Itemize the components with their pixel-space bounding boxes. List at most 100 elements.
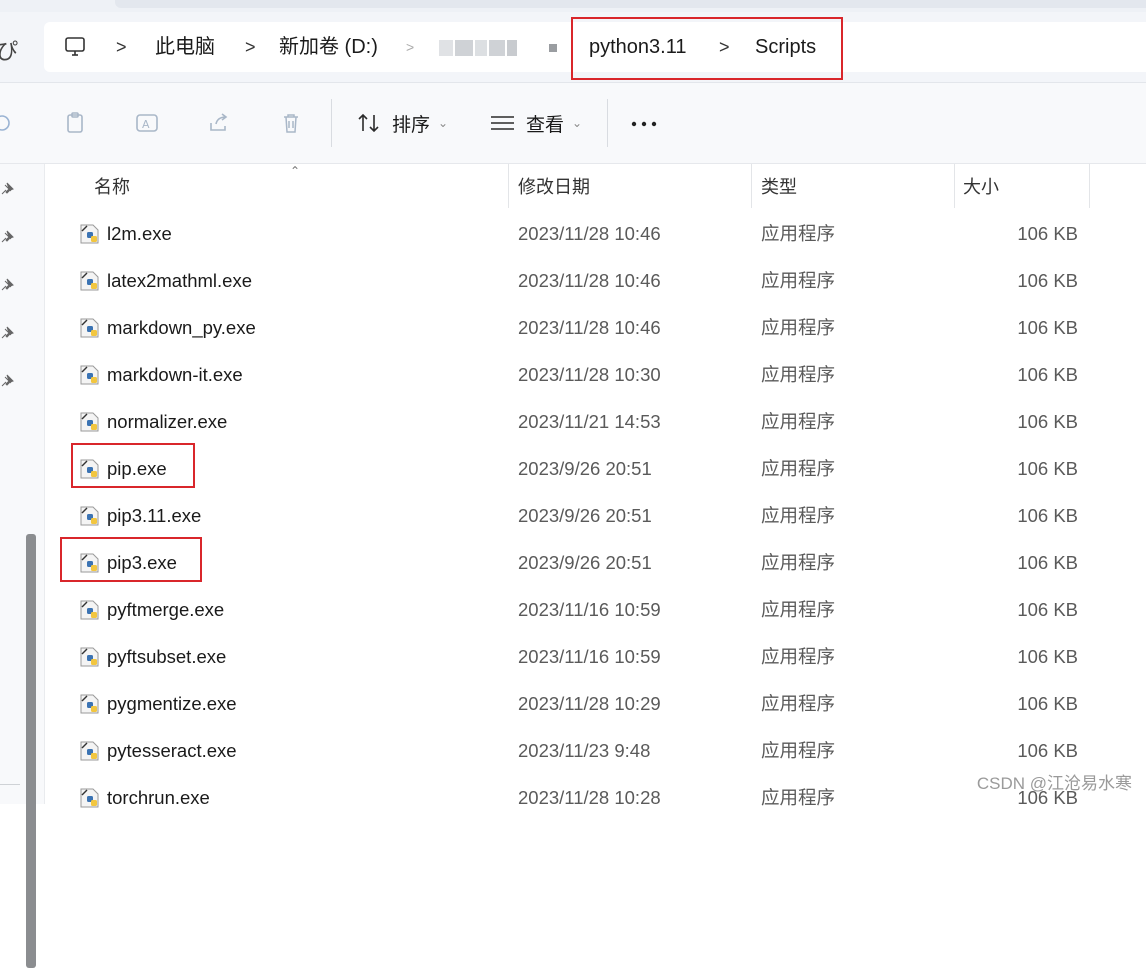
file-type: 应用程序 xyxy=(761,411,836,432)
file-row[interactable]: normalizer.exe 2023/11/21 14:53 应用程序 106 KB xyxy=(46,398,1146,445)
breadcrumb-this-pc[interactable]: 此电脑 xyxy=(155,22,215,72)
pc-icon[interactable] xyxy=(64,36,86,58)
sort-button[interactable]: 排序 ⌄ xyxy=(356,107,448,139)
file-row[interactable]: pip3.exe 2023/9/26 20:51 应用程序 106 KB xyxy=(46,537,1146,586)
file-modified-date: 2023/9/26 20:51 xyxy=(518,552,652,573)
python-exe-icon xyxy=(78,598,102,622)
file-type: 应用程序 xyxy=(761,223,836,244)
cut-icon[interactable] xyxy=(0,111,14,135)
refresh-icon[interactable]: ぴ xyxy=(0,34,18,66)
column-modified[interactable]: 修改日期 xyxy=(518,164,590,210)
tab-edge xyxy=(115,0,1146,8)
blurred-separator xyxy=(549,44,557,52)
file-row[interactable]: pytesseract.exe 2023/11/23 9:48 应用程序 106 KB xyxy=(46,727,1146,774)
column-divider[interactable] xyxy=(1089,164,1090,208)
file-size: 106 KB xyxy=(1017,317,1078,338)
breadcrumb-python311[interactable]: python3.11 xyxy=(589,22,687,72)
column-size[interactable]: 大小 xyxy=(963,164,999,210)
python-exe-icon xyxy=(78,269,102,293)
file-type: 应用程序 xyxy=(761,787,836,808)
file-row[interactable]: markdown-it.exe 2023/11/28 10:30 应用程序 106 K… xyxy=(46,351,1146,398)
file-row[interactable]: latex2mathml.exe 2023/11/28 10:46 应用程序 106 … xyxy=(46,257,1146,304)
file-size: 106 KB xyxy=(1017,458,1078,479)
share-icon[interactable] xyxy=(207,111,231,135)
python-exe-icon xyxy=(78,786,102,810)
breadcrumb-drive-d[interactable]: 新加卷 (D:) xyxy=(279,22,378,72)
python-exe-icon xyxy=(78,457,102,481)
file-row[interactable]: pip.exe 2023/9/26 20:51 应用程序 106 KB xyxy=(46,443,1146,492)
file-size: 106 KB xyxy=(1017,411,1078,432)
file-size: 106 KB xyxy=(1017,223,1078,244)
breadcrumb-separator[interactable]: > xyxy=(719,22,730,72)
file-type: 应用程序 xyxy=(761,458,836,479)
file-modified-date: 2023/11/16 10:59 xyxy=(518,599,661,620)
file-size: 106 KB xyxy=(1017,552,1078,573)
file-modified-date: 2023/11/28 10:28 xyxy=(518,787,661,808)
breadcrumb-scripts[interactable]: Scripts xyxy=(755,22,816,72)
more-options-icon[interactable] xyxy=(630,107,658,139)
file-type: 应用程序 xyxy=(761,740,836,761)
file-size: 106 KB xyxy=(1017,740,1078,761)
file-name: pyftmerge.exe xyxy=(107,599,225,620)
file-modified-date: 2023/11/28 10:46 xyxy=(518,270,661,291)
toolbar-divider xyxy=(607,99,608,147)
breadcrumb-separator[interactable]: > xyxy=(406,22,414,72)
python-exe-icon xyxy=(78,363,102,387)
view-button[interactable]: 查看 ⌄ xyxy=(490,107,582,139)
svg-text:A: A xyxy=(142,118,150,131)
file-type: 应用程序 xyxy=(761,505,836,526)
pin-icon[interactable] xyxy=(0,374,14,388)
file-name: pip.exe xyxy=(107,458,167,479)
view-label: 查看 xyxy=(526,114,565,136)
file-name: markdown_py.exe xyxy=(107,317,256,338)
file-row[interactable]: pyftsubset.exe 2023/11/16 10:59 应用程序 106 KB xyxy=(46,633,1146,680)
toolbar-divider xyxy=(331,99,332,147)
file-row[interactable]: pip3.11.exe 2023/9/26 20:51 应用程序 106 KB xyxy=(46,492,1146,539)
file-row[interactable]: pyftmerge.exe 2023/11/16 10:59 应用程序 106 KB xyxy=(46,586,1146,633)
breadcrumb-separator[interactable]: > xyxy=(245,22,256,72)
python-exe-icon xyxy=(78,739,102,763)
file-type: 应用程序 xyxy=(761,317,836,338)
file-type: 应用程序 xyxy=(761,693,836,714)
file-name: pip3.11.exe xyxy=(107,505,202,526)
column-divider[interactable] xyxy=(508,164,509,208)
navigation-pane xyxy=(0,164,45,968)
file-modified-date: 2023/11/23 9:48 xyxy=(518,740,651,761)
sort-label: 排序 xyxy=(392,114,431,136)
column-type[interactable]: 类型 xyxy=(761,164,797,210)
file-size: 106 KB xyxy=(1017,599,1078,620)
chevron-down-icon: ⌄ xyxy=(438,116,449,130)
copy-icon[interactable] xyxy=(63,111,87,135)
column-name[interactable]: 名称 xyxy=(94,164,130,210)
sort-icon xyxy=(358,113,379,133)
pin-icon[interactable] xyxy=(0,326,14,340)
blurred-folder-name xyxy=(439,40,519,56)
file-name: torchrun.exe xyxy=(107,787,210,808)
pin-icon[interactable] xyxy=(0,182,14,196)
file-row[interactable]: pygmentize.exe 2023/11/28 10:29 应用程序 106 KB xyxy=(46,680,1146,727)
rename-icon[interactable]: A xyxy=(135,111,159,135)
python-exe-icon xyxy=(78,316,102,340)
file-row[interactable]: l2m.exe 2023/11/28 10:46 应用程序 106 KB xyxy=(46,210,1146,257)
python-exe-icon xyxy=(78,692,102,716)
file-name: latex2mathml.exe xyxy=(107,270,252,291)
pin-icon[interactable] xyxy=(0,230,14,244)
nav-scrollbar[interactable] xyxy=(26,534,36,968)
file-name: pygmentize.exe xyxy=(107,693,237,714)
file-name: pip3.exe xyxy=(107,552,177,573)
file-type: 应用程序 xyxy=(761,364,836,385)
python-exe-icon xyxy=(78,410,102,434)
address-bar[interactable]: > 此电脑 > 新加卷 (D:) > python3.11 > Scripts xyxy=(44,22,1146,72)
file-modified-date: 2023/11/21 14:53 xyxy=(518,411,661,432)
column-divider[interactable] xyxy=(954,164,955,208)
file-row[interactable]: markdown_py.exe 2023/11/28 10:46 应用程序 106 K… xyxy=(46,304,1146,351)
column-divider[interactable] xyxy=(751,164,752,208)
file-size: 106 KB xyxy=(1017,364,1078,385)
chevron-down-icon: ⌄ xyxy=(572,116,583,130)
breadcrumb-separator[interactable]: > xyxy=(116,22,127,72)
window-top-strip xyxy=(0,0,1146,12)
pin-icon[interactable] xyxy=(0,278,14,292)
delete-icon[interactable] xyxy=(279,111,303,135)
view-icon xyxy=(491,116,514,130)
python-exe-icon xyxy=(78,504,102,528)
